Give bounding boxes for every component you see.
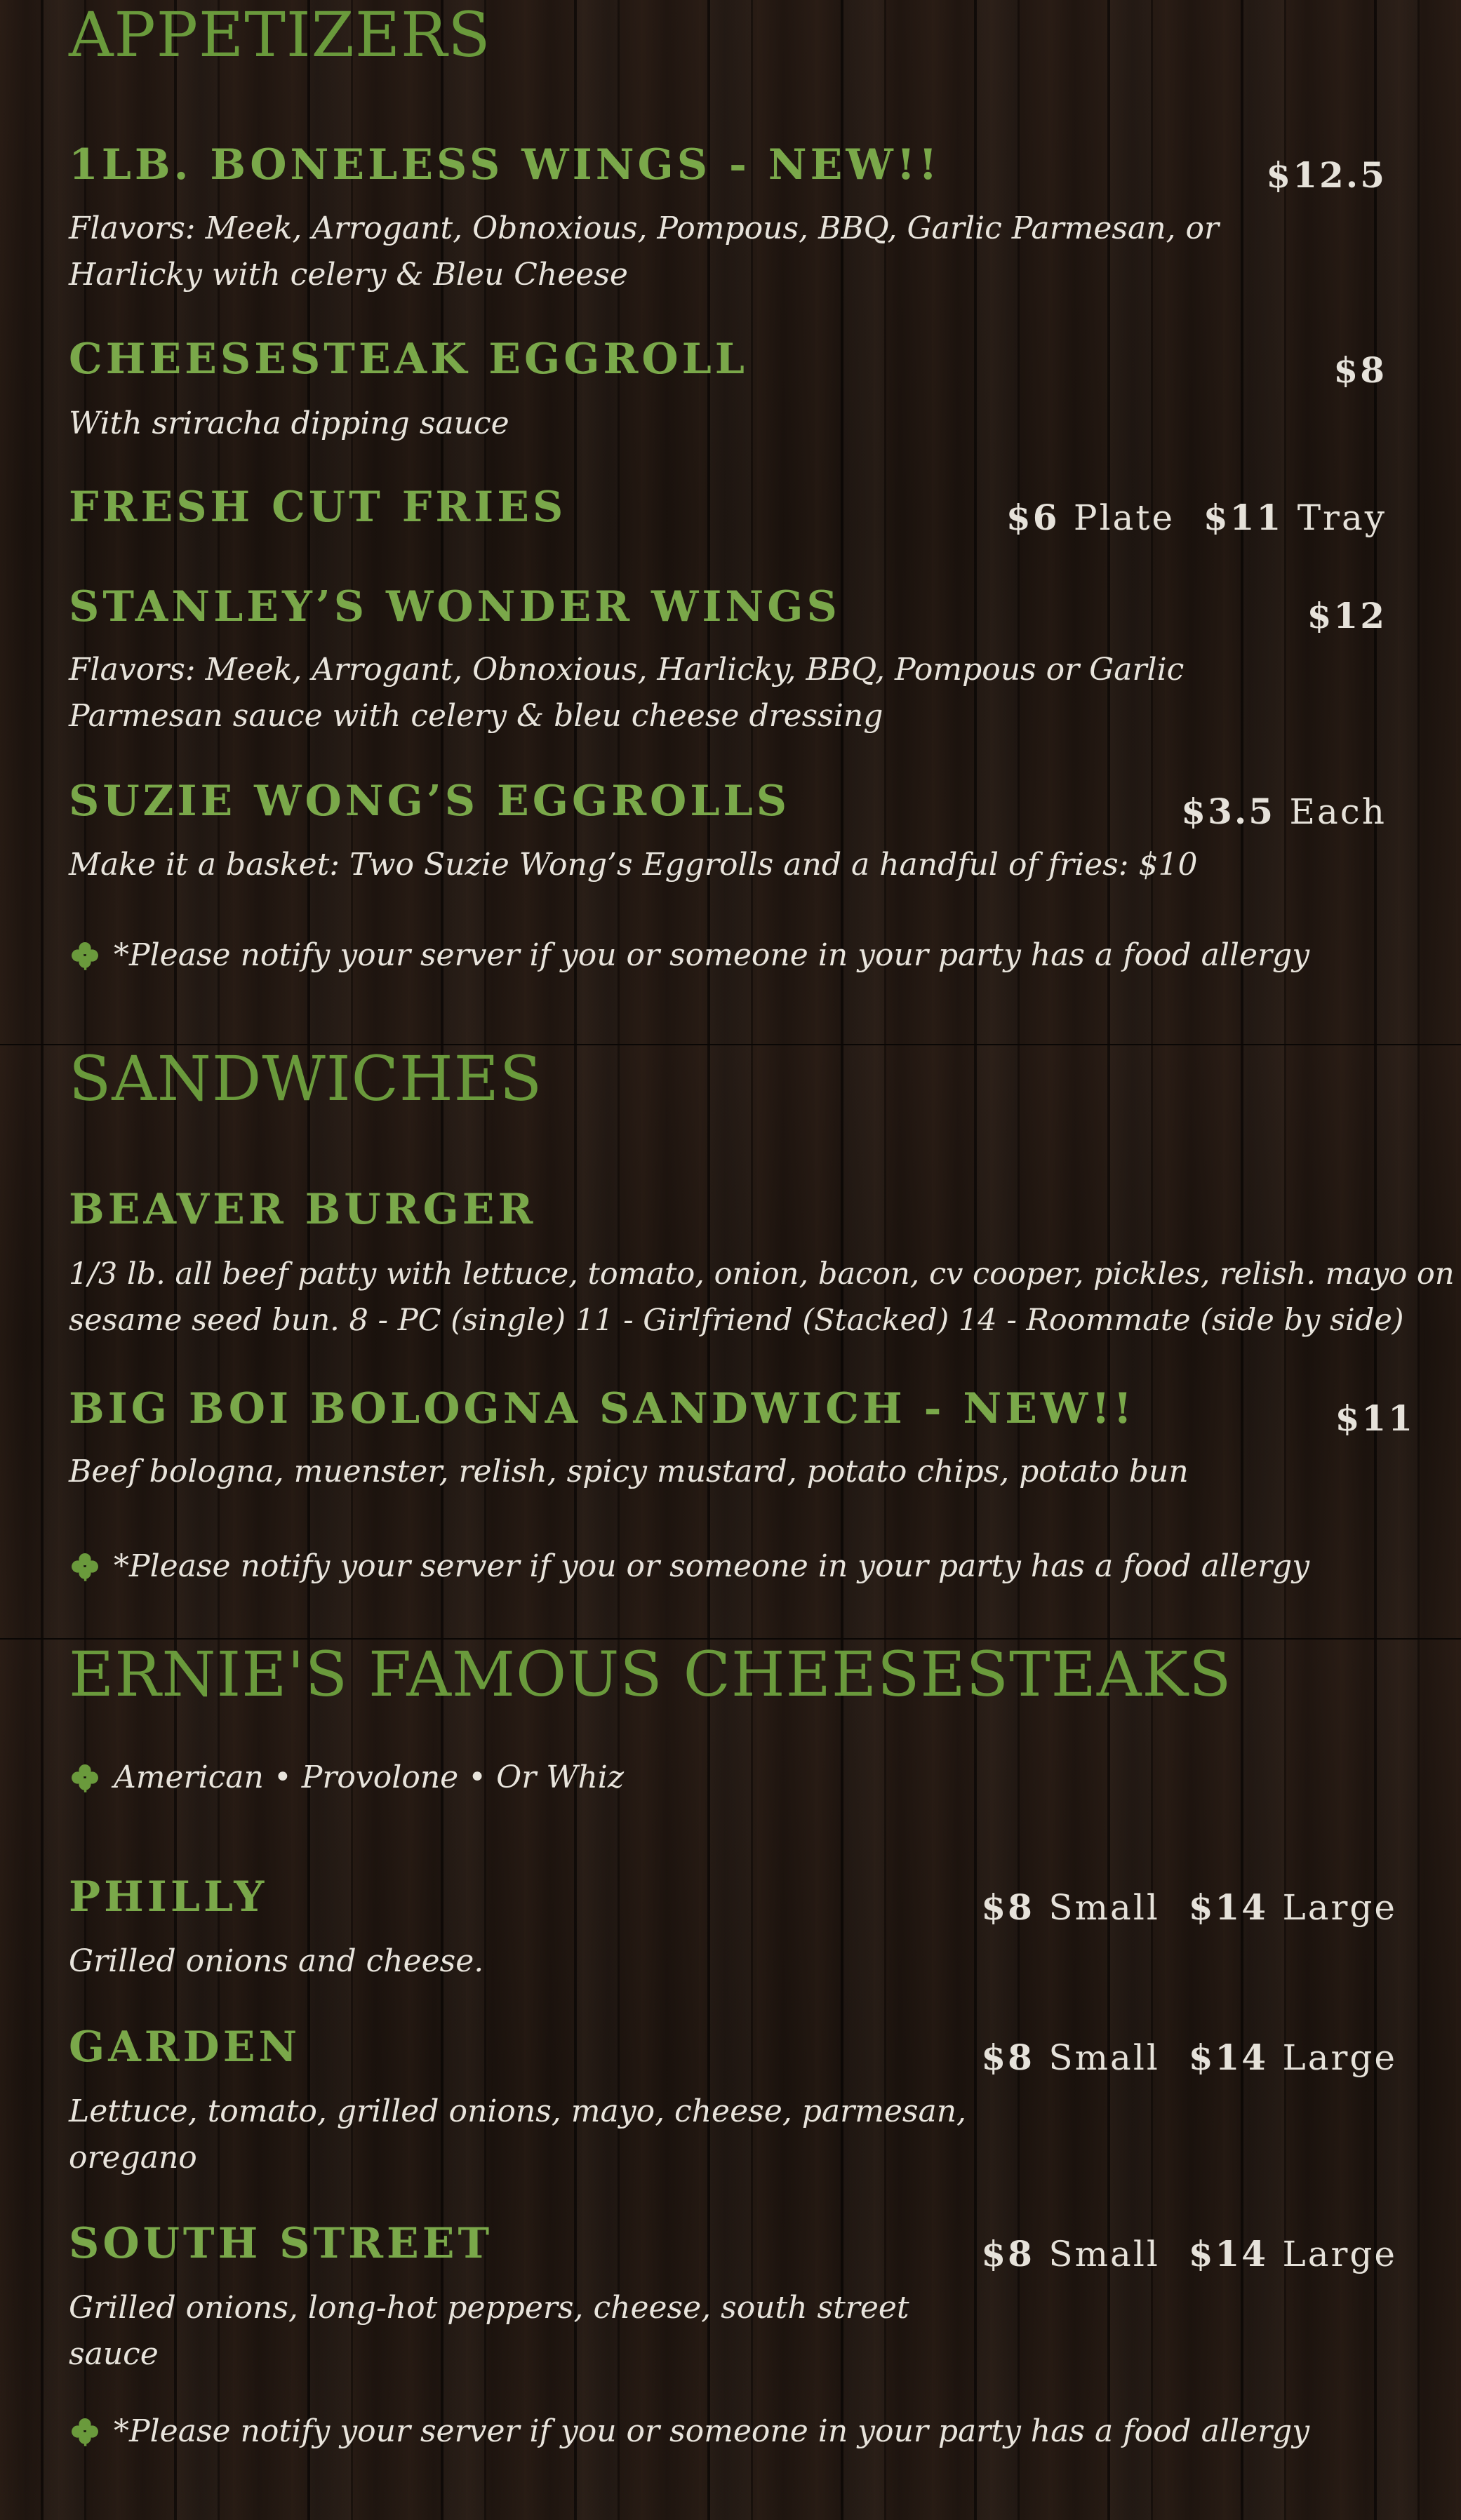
menu-item-price: $8 Small $14 Large [981, 2037, 1397, 2078]
menu-item-description: Beef bologna, muenster, relish, spicy mu… [69, 1454, 1189, 1489]
menu-item-name: PHILLY [69, 1872, 268, 1922]
appetizers-section: APPETIZERS 1LB. BONELESS WINGS - NEW!! $… [0, 0, 1461, 1045]
allergy-note: *Please notify your server if you or som… [69, 939, 1309, 972]
clover-icon [72, 2418, 98, 2446]
menu-item-description: With sriracha dipping sauce [69, 406, 509, 441]
menu-item-name: 1LB. BONELESS WINGS - NEW!! [69, 140, 941, 189]
sandwiches-title: SANDWICHES [69, 1045, 543, 1115]
appetizers-title: APPETIZERS [69, 0, 491, 71]
menu-item-description: 1/3 lb. all beef patty with lettuce, tom… [69, 1256, 1455, 1338]
menu-item-price: $6 Plate $11 Tray [1006, 497, 1387, 538]
menu-item-name: CHEESESTEAK EGGROLL [69, 335, 748, 384]
menu-item-description: Grilled onions and cheese. [69, 1943, 484, 1979]
menu-item-price: $8 Small $14 Large [981, 2233, 1397, 2274]
menu-item-name: STANLEY’S WONDER WINGS [69, 582, 841, 631]
menu-item-price: $8 [1333, 349, 1387, 391]
menu-item-description: Make it a basket: Two Suzie Wong’s Eggro… [69, 847, 1198, 883]
clover-icon [72, 1553, 98, 1581]
allergy-note: *Please notify your server if you or som… [69, 2415, 1309, 2448]
menu-item-description: Lettuce, tomato, grilled onions, mayo, c… [69, 2093, 967, 2176]
menu-item-price: $3.5 Each [1181, 791, 1387, 832]
menu-item-name: FRESH CUT FRIES [69, 483, 567, 532]
menu-item-description: Flavors: Meek, Arrogant, Obnoxious, Pomp… [69, 210, 1220, 293]
cheese-options: American • Provolone • Or Whiz [69, 1762, 624, 1794]
menu-item-price: $12.5 [1266, 154, 1387, 196]
sandwiches-section: SANDWICHES BEAVER BURGER 1/3 lb. all bee… [0, 1045, 1461, 1640]
menu-item-description: Flavors: Meek, Arrogant, Obnoxious, Harl… [69, 652, 1185, 734]
menu-item-name: BIG BOI BOLOGNA SANDWICH - NEW!! [69, 1384, 1135, 1433]
menu-item-name: SUZIE WONG’S EGGROLLS [69, 777, 791, 826]
clover-icon [72, 1764, 98, 1792]
allergy-note: *Please notify your server if you or som… [69, 1550, 1309, 1583]
cheesesteaks-title: ERNIE'S FAMOUS CHEESESTEAKS [69, 1640, 1232, 1710]
menu-item-price: $12 [1307, 595, 1387, 636]
menu-item-price: $8 Small $14 Large [981, 1886, 1397, 1928]
menu-page: APPETIZERS 1LB. BONELESS WINGS - NEW!! $… [0, 0, 1461, 2520]
menu-item-name: SOUTH STREET [69, 2219, 493, 2268]
cheesesteaks-section: ERNIE'S FAMOUS CHEESESTEAKS American • P… [0, 1640, 1461, 2520]
menu-item-price: $11 [1335, 1398, 1415, 1439]
clover-icon [72, 942, 98, 970]
menu-item-description: Grilled onions, long-hot peppers, cheese… [69, 2290, 909, 2372]
menu-item-name: GARDEN [69, 2023, 301, 2072]
menu-item-name: BEAVER BURGER [69, 1185, 537, 1234]
